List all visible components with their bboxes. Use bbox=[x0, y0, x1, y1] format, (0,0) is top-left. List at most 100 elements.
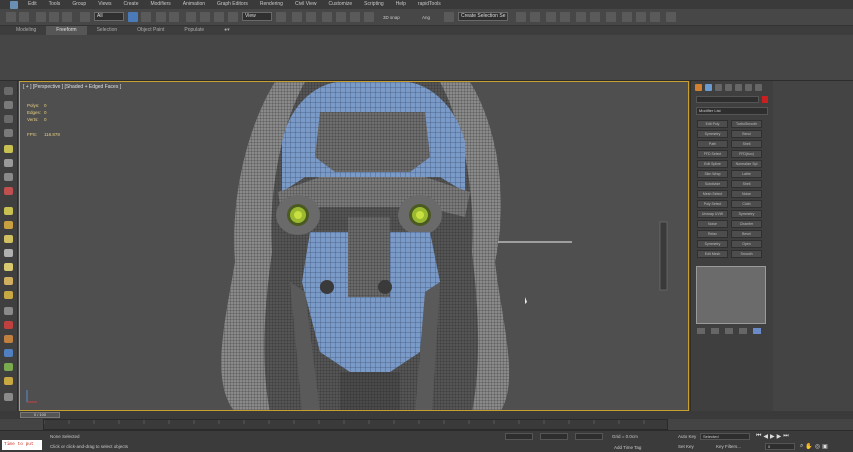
object-name-field[interactable] bbox=[696, 96, 759, 103]
remove-modifier-icon[interactable] bbox=[739, 328, 747, 334]
modifier-button[interactable]: Skin Wrap bbox=[697, 170, 728, 178]
select-by-name-icon[interactable] bbox=[141, 12, 151, 22]
pivot-center-icon[interactable] bbox=[276, 12, 286, 22]
ribbon-options-icon[interactable]: ●▾ bbox=[214, 26, 240, 35]
modifier-button[interactable]: Chamfer bbox=[731, 220, 762, 228]
tool-icon-18[interactable] bbox=[4, 335, 13, 343]
display-tab-icon[interactable] bbox=[735, 84, 742, 91]
tool-icon-22[interactable] bbox=[4, 393, 13, 401]
redo-icon[interactable] bbox=[19, 12, 29, 22]
app-logo-icon[interactable] bbox=[10, 0, 18, 9]
tool-icon-19[interactable] bbox=[4, 349, 13, 357]
angle-snap-icon[interactable] bbox=[336, 12, 346, 22]
tool-icon-7[interactable] bbox=[4, 173, 13, 181]
key-mode-dropdown[interactable]: Selected bbox=[700, 433, 750, 440]
modifier-button[interactable]: Bevel bbox=[731, 230, 762, 238]
sun-icon[interactable] bbox=[4, 207, 13, 215]
scene-explorer-icon[interactable] bbox=[546, 12, 556, 22]
window-crossing-icon[interactable] bbox=[169, 12, 179, 22]
modifier-list-dropdown[interactable]: Modifier List bbox=[696, 107, 768, 115]
time-slider-thumb[interactable]: 0 / 100 bbox=[20, 412, 60, 418]
modifier-button[interactable]: Smooth bbox=[731, 250, 762, 258]
y-coordinate-field[interactable] bbox=[540, 433, 568, 440]
modifier-stack-view[interactable] bbox=[696, 266, 766, 324]
viewport-label[interactable]: [ + ] [Perspective ] [Shaded + Edged Fac… bbox=[23, 84, 121, 90]
modifier-button[interactable]: FFD Select bbox=[697, 150, 728, 158]
modifier-button[interactable]: Shell bbox=[731, 180, 762, 188]
modifier-button[interactable]: Edit Mesh bbox=[697, 250, 728, 258]
goto-end-icon[interactable]: ⏭ bbox=[783, 433, 788, 441]
modifier-button[interactable]: Relax bbox=[697, 230, 728, 238]
percent-snap-icon[interactable] bbox=[350, 12, 360, 22]
rotate-icon[interactable] bbox=[200, 12, 210, 22]
modifier-button[interactable]: Open bbox=[731, 240, 762, 248]
spinner-snap-icon[interactable] bbox=[364, 12, 374, 22]
menu-views[interactable]: Views bbox=[92, 0, 117, 9]
select-manipulate-icon[interactable] bbox=[292, 12, 302, 22]
modifier-button[interactable]: Shell bbox=[731, 140, 762, 148]
modifier-button[interactable]: Cloth bbox=[731, 200, 762, 208]
pan-icon[interactable]: ✋ bbox=[805, 443, 812, 451]
unlink-icon[interactable] bbox=[49, 12, 59, 22]
maxscript-listener[interactable]: Time to put bbox=[2, 440, 42, 450]
z-coordinate-field[interactable] bbox=[575, 433, 603, 440]
schematic-view-icon[interactable] bbox=[590, 12, 600, 22]
menu-create[interactable]: Create bbox=[117, 0, 144, 9]
render-setup-icon[interactable] bbox=[622, 12, 632, 22]
bind-space-warp-icon[interactable] bbox=[62, 12, 72, 22]
menu-graph-editors[interactable]: Graph Editors bbox=[211, 0, 254, 9]
link-icon[interactable] bbox=[36, 12, 46, 22]
reference-coordinate-dropdown[interactable]: View bbox=[242, 12, 272, 21]
x-coordinate-field[interactable] bbox=[505, 433, 533, 440]
key-filters-button[interactable]: Key Filters... bbox=[716, 444, 741, 449]
tool-icon-6[interactable] bbox=[4, 159, 13, 167]
pin-stack-icon[interactable] bbox=[697, 328, 705, 334]
mirror-icon[interactable] bbox=[516, 12, 526, 22]
tool-icon-20[interactable] bbox=[4, 363, 13, 371]
rendered-frame-window-icon[interactable] bbox=[636, 12, 646, 22]
make-unique-icon[interactable] bbox=[725, 328, 733, 334]
previous-frame-icon[interactable]: ◀ bbox=[763, 433, 768, 441]
tab-modeling[interactable]: Modeling bbox=[6, 26, 46, 35]
named-selection-dropdown[interactable]: Create Selection Se bbox=[458, 12, 508, 21]
modifier-button[interactable]: Subdivide bbox=[697, 180, 728, 188]
wrench-icon[interactable] bbox=[755, 84, 762, 91]
modifier-button[interactable]: Bend bbox=[731, 130, 762, 138]
render-iterative-icon[interactable] bbox=[666, 12, 676, 22]
modifier-button[interactable]: Mesh Select bbox=[697, 190, 728, 198]
modifier-button[interactable]: Path bbox=[697, 140, 728, 148]
modifier-button[interactable]: Unwrap UVW bbox=[697, 210, 728, 218]
render-production-icon[interactable] bbox=[650, 12, 660, 22]
modifier-button[interactable]: Normalize Spl bbox=[731, 160, 762, 168]
tab-freeform[interactable]: Freeform bbox=[46, 26, 87, 35]
menu-civil-view[interactable]: Civil View bbox=[289, 0, 323, 9]
object-color-swatch[interactable] bbox=[762, 96, 768, 103]
show-end-result-icon[interactable] bbox=[711, 328, 719, 334]
tab-populate[interactable]: Populate bbox=[174, 26, 214, 35]
modifier-button[interactable]: TurboSmooth bbox=[731, 120, 762, 128]
tool-icon-3[interactable] bbox=[4, 115, 13, 123]
next-frame-icon[interactable]: ▶ bbox=[777, 433, 782, 441]
time-ruler[interactable] bbox=[43, 419, 668, 430]
configure-sets-icon[interactable] bbox=[753, 328, 761, 334]
curve-editor-icon[interactable] bbox=[576, 12, 586, 22]
modifier-button[interactable]: Edit Spline bbox=[697, 160, 728, 168]
tool-icon-1[interactable] bbox=[4, 87, 13, 95]
tool-icon-13[interactable] bbox=[4, 263, 13, 271]
snap-toggle-icon[interactable] bbox=[322, 12, 332, 22]
modifier-button[interactable]: Poly Select bbox=[697, 200, 728, 208]
menu-tools[interactable]: Tools bbox=[43, 0, 67, 9]
keyboard-shortcut-icon[interactable] bbox=[306, 12, 316, 22]
zoom-icon[interactable]: ⌕ bbox=[800, 443, 803, 451]
light-icon[interactable] bbox=[4, 145, 13, 153]
selection-filter-icon[interactable] bbox=[80, 12, 90, 22]
time-slider-track[interactable]: 0 / 100 bbox=[0, 411, 853, 419]
create-tab-icon[interactable] bbox=[695, 84, 702, 91]
tab-object-paint[interactable]: Object Paint bbox=[127, 26, 174, 35]
modifier-button[interactable]: Symmetry bbox=[697, 240, 728, 248]
maximize-viewport-icon[interactable]: ▣ bbox=[822, 443, 828, 451]
place-icon[interactable] bbox=[228, 12, 238, 22]
tab-selection[interactable]: Selection bbox=[87, 26, 128, 35]
modifier-button[interactable]: Noise bbox=[731, 190, 762, 198]
current-frame-field[interactable]: 0 bbox=[765, 443, 795, 450]
